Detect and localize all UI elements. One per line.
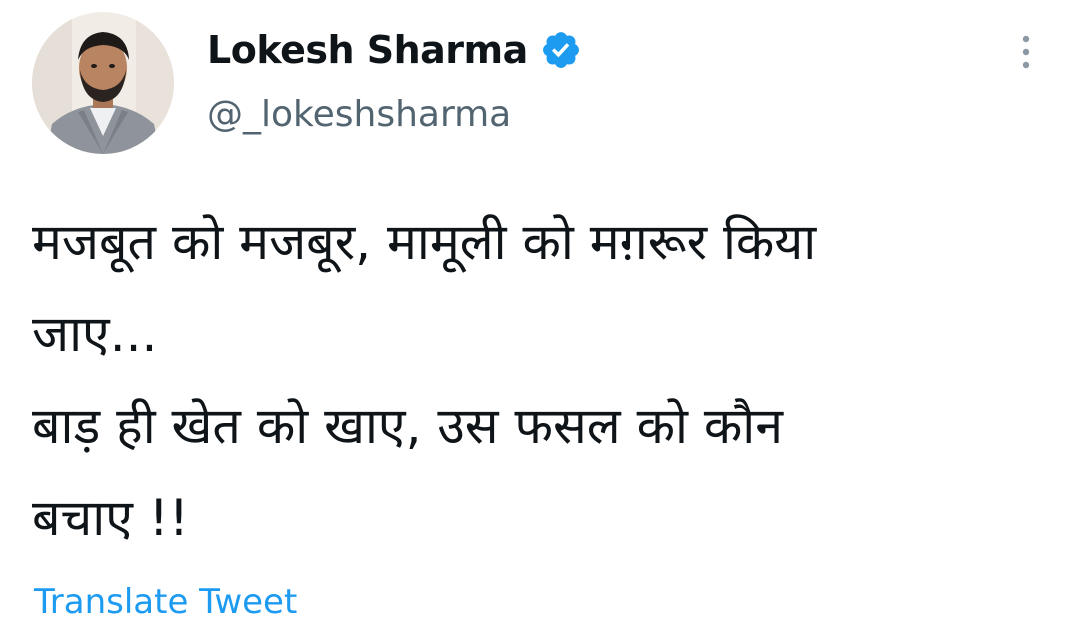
tweet-text-line: मजबूत को मजबूर, मामूली को मग़रूर किया — [32, 213, 817, 271]
author-name-row[interactable]: Lokesh Sharma — [207, 24, 582, 76]
translate-tweet-link[interactable]: Translate Tweet — [34, 582, 297, 622]
avatar[interactable] — [32, 12, 174, 154]
more-vertical-icon[interactable] — [1008, 30, 1044, 74]
author-handle[interactable]: @_lokeshsharma — [207, 94, 511, 135]
tweet-text: मजबूत को मजबूर, मामूली को मग़रूर किया जा… — [32, 196, 1052, 564]
tweet-text-line: बचाए !! — [32, 489, 189, 547]
tweet: Lokesh Sharma @_lokeshsharma मजबूत को मज… — [0, 0, 1080, 622]
tweet-text-line: जाए... — [32, 305, 158, 363]
author-display-name[interactable]: Lokesh Sharma — [207, 28, 528, 72]
verified-badge-icon — [540, 29, 582, 71]
tweet-text-line: बाड़ ही खेत को खाए, उस फसल को कौन — [32, 397, 783, 455]
